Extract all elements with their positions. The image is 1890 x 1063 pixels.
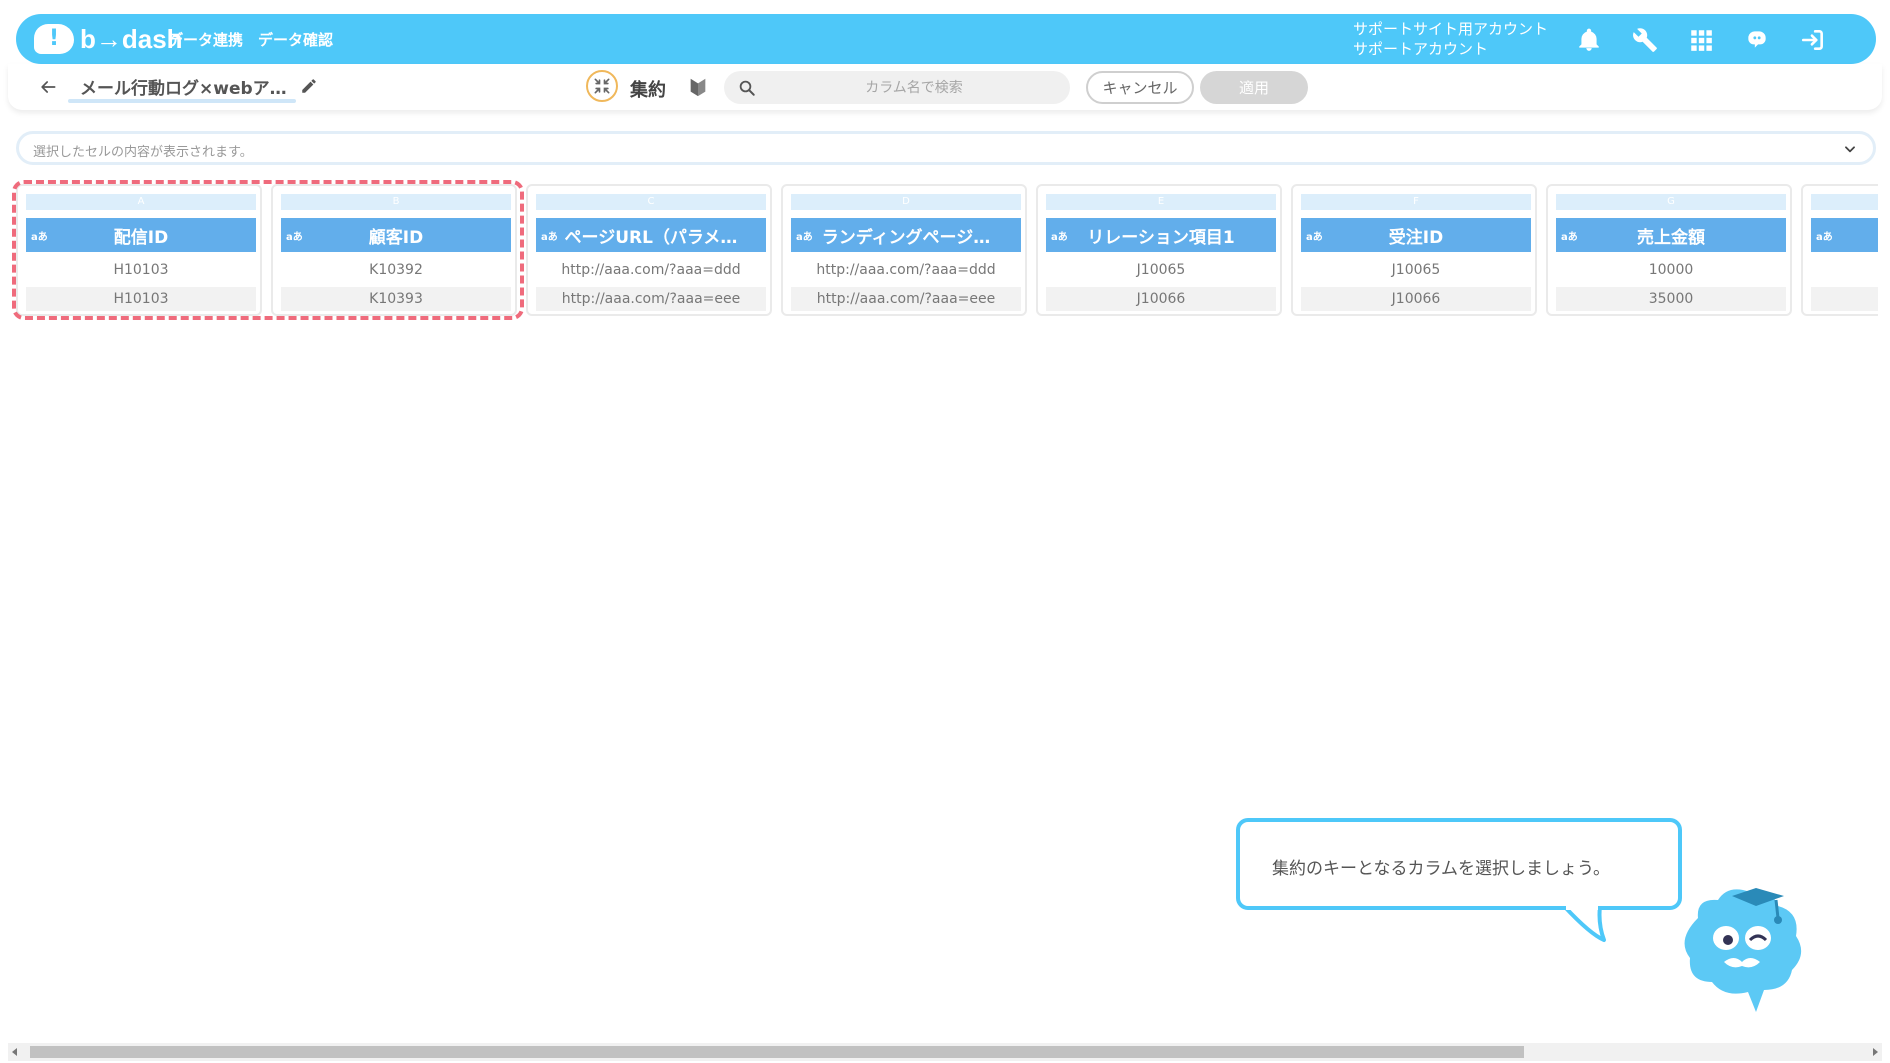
column-card-b[interactable]: B aあ 顧客ID K10392 K10393	[271, 184, 517, 316]
column-card-a[interactable]: A aあ 配信ID H10103 H10103	[16, 184, 262, 316]
apply-button[interactable]: 適用	[1200, 71, 1308, 104]
guide-message: 集約のキーとなるカラムを選択しましょう。	[1272, 859, 1610, 879]
column-cell[interactable]: J10065	[1301, 259, 1531, 281]
aggregate-compress-icon[interactable]	[586, 70, 618, 102]
column-header[interactable]: aあ 顧客ID	[281, 218, 511, 252]
column-cell[interactable]: http://aaa.com/?aaa=ddd	[791, 259, 1021, 281]
cancel-button[interactable]: キャンセル	[1086, 71, 1194, 104]
column-card-e[interactable]: E aあ リレーション項目1 J10065 J10066	[1036, 184, 1282, 316]
column-cell[interactable]: http://aaa.com/?aaa=eee	[791, 287, 1021, 311]
editor-toolbar: メール行動ログ×webア… 集約 キャンセル 適用	[8, 64, 1882, 110]
top-nav-bar: b→dash データ連携 データ確認 サポートサイト用アカウント サポートアカウ…	[16, 14, 1876, 64]
text-type-icon: aあ	[541, 232, 558, 243]
aggregate-label: 集約	[630, 80, 666, 101]
page-title: メール行動ログ×webア…	[80, 79, 287, 99]
bell-icon[interactable]	[1574, 25, 1604, 55]
account-name-line2: サポートアカウント	[1353, 40, 1489, 58]
column-name: リレーション項目1	[1087, 227, 1235, 248]
nav-data-integration[interactable]: データ連携	[168, 29, 243, 50]
column-letter	[1811, 194, 1878, 210]
column-search-input[interactable]	[774, 71, 1054, 104]
column-header[interactable]: aあ	[1811, 218, 1878, 252]
column-cell[interactable]: J10066	[1046, 287, 1276, 311]
column-letter: D	[791, 194, 1021, 210]
column-header[interactable]: aあ リレーション項目1	[1046, 218, 1276, 252]
column-cell[interactable]: J10066	[1301, 287, 1531, 311]
account-name-line1: サポートサイト用アカウント	[1353, 20, 1549, 38]
grid-apps-icon[interactable]	[1686, 25, 1716, 55]
column-letter: C	[536, 194, 766, 210]
column-header[interactable]: aあ 配信ID	[26, 218, 256, 252]
scrollbar-thumb[interactable]	[30, 1046, 1524, 1058]
guide-speech-bubble: 集約のキーとなるカラムを選択しましょう。	[1236, 818, 1682, 910]
column-card-d[interactable]: D aあ ランディングページ… http://aaa.com/?aaa=ddd …	[781, 184, 1027, 316]
chevron-down-icon[interactable]	[1843, 142, 1857, 156]
column-cell[interactable]	[1811, 287, 1878, 311]
scroll-right-arrow-icon[interactable]	[1873, 1048, 1878, 1056]
column-name: 受注ID	[1388, 227, 1444, 248]
logo-cloud-icon	[34, 24, 74, 54]
nav-data-check[interactable]: データ確認	[258, 29, 333, 50]
scroll-left-arrow-icon[interactable]	[12, 1048, 17, 1056]
column-name: 配信ID	[113, 227, 169, 248]
column-cell[interactable]: 35000	[1556, 287, 1786, 311]
title-underline	[68, 99, 296, 103]
column-cell[interactable]: K10392	[281, 259, 511, 281]
column-name: 売上金額	[1637, 227, 1705, 248]
column-name: ランディングページ…	[821, 227, 991, 248]
wrench-icon[interactable]	[1630, 25, 1660, 55]
column-card-f[interactable]: F aあ 受注ID J10065 J10066	[1291, 184, 1537, 316]
column-letter: F	[1301, 194, 1531, 210]
column-cell[interactable]	[1811, 259, 1878, 281]
mascot-chat-icon[interactable]	[1742, 25, 1772, 55]
column-letter: E	[1046, 194, 1276, 210]
text-type-icon: aあ	[1816, 232, 1833, 243]
text-type-icon: aあ	[31, 232, 48, 243]
bubble-tail	[1562, 906, 1606, 942]
column-cell[interactable]: 10000	[1556, 259, 1786, 281]
column-header[interactable]: aあ 売上金額	[1556, 218, 1786, 252]
account-info[interactable]: サポートサイト用アカウント サポートアカウント	[1353, 19, 1548, 59]
text-type-icon: aあ	[1051, 232, 1068, 243]
column-letter: A	[26, 194, 256, 210]
logout-icon[interactable]	[1798, 25, 1828, 55]
column-header[interactable]: aあ ページURL（パラメ…	[536, 218, 766, 252]
cell-content-text: 選択したセルの内容が表示されます。	[33, 145, 253, 160]
column-name: ページURL（パラメ…	[564, 227, 738, 248]
text-type-icon: aあ	[1306, 232, 1323, 243]
column-list: A aあ 配信ID H10103 H10103 B aあ 顧客ID K10392…	[16, 184, 1878, 318]
column-card-h-partial[interactable]: aあ	[1801, 184, 1878, 316]
column-cell[interactable]: H10103	[26, 259, 256, 281]
column-letter: G	[1556, 194, 1786, 210]
column-cell[interactable]: J10065	[1046, 259, 1276, 281]
column-name: 顧客ID	[368, 227, 424, 248]
text-type-icon: aあ	[796, 232, 813, 243]
column-header[interactable]: aあ ランディングページ…	[791, 218, 1021, 252]
beginner-mark-icon[interactable]	[688, 76, 708, 98]
column-cell[interactable]: H10103	[26, 287, 256, 311]
back-arrow-icon[interactable]	[38, 77, 58, 97]
mascot-character-icon	[1684, 888, 1802, 1012]
column-cell[interactable]: http://aaa.com/?aaa=eee	[536, 287, 766, 311]
bdash-logo[interactable]: b→dash	[34, 22, 183, 56]
cell-content-bar[interactable]: 選択したセルの内容が表示されます。	[16, 131, 1876, 165]
column-search-box	[724, 71, 1070, 104]
column-letter: B	[281, 194, 511, 210]
app-frame: b→dash データ連携 データ確認 サポートサイト用アカウント サポートアカウ…	[0, 0, 1890, 1063]
column-card-c[interactable]: C aあ ページURL（パラメ… http://aaa.com/?aaa=ddd…	[526, 184, 772, 316]
text-type-icon: aあ	[286, 232, 303, 243]
search-icon	[739, 80, 755, 96]
column-header[interactable]: aあ 受注ID	[1301, 218, 1531, 252]
pencil-edit-icon[interactable]	[300, 77, 318, 95]
column-card-g[interactable]: G aあ 売上金額 10000 35000	[1546, 184, 1792, 316]
column-cell[interactable]: K10393	[281, 287, 511, 311]
column-cell[interactable]: http://aaa.com/?aaa=ddd	[536, 259, 766, 281]
text-type-icon: aあ	[1561, 232, 1578, 243]
horizontal-scrollbar[interactable]	[8, 1043, 1882, 1061]
